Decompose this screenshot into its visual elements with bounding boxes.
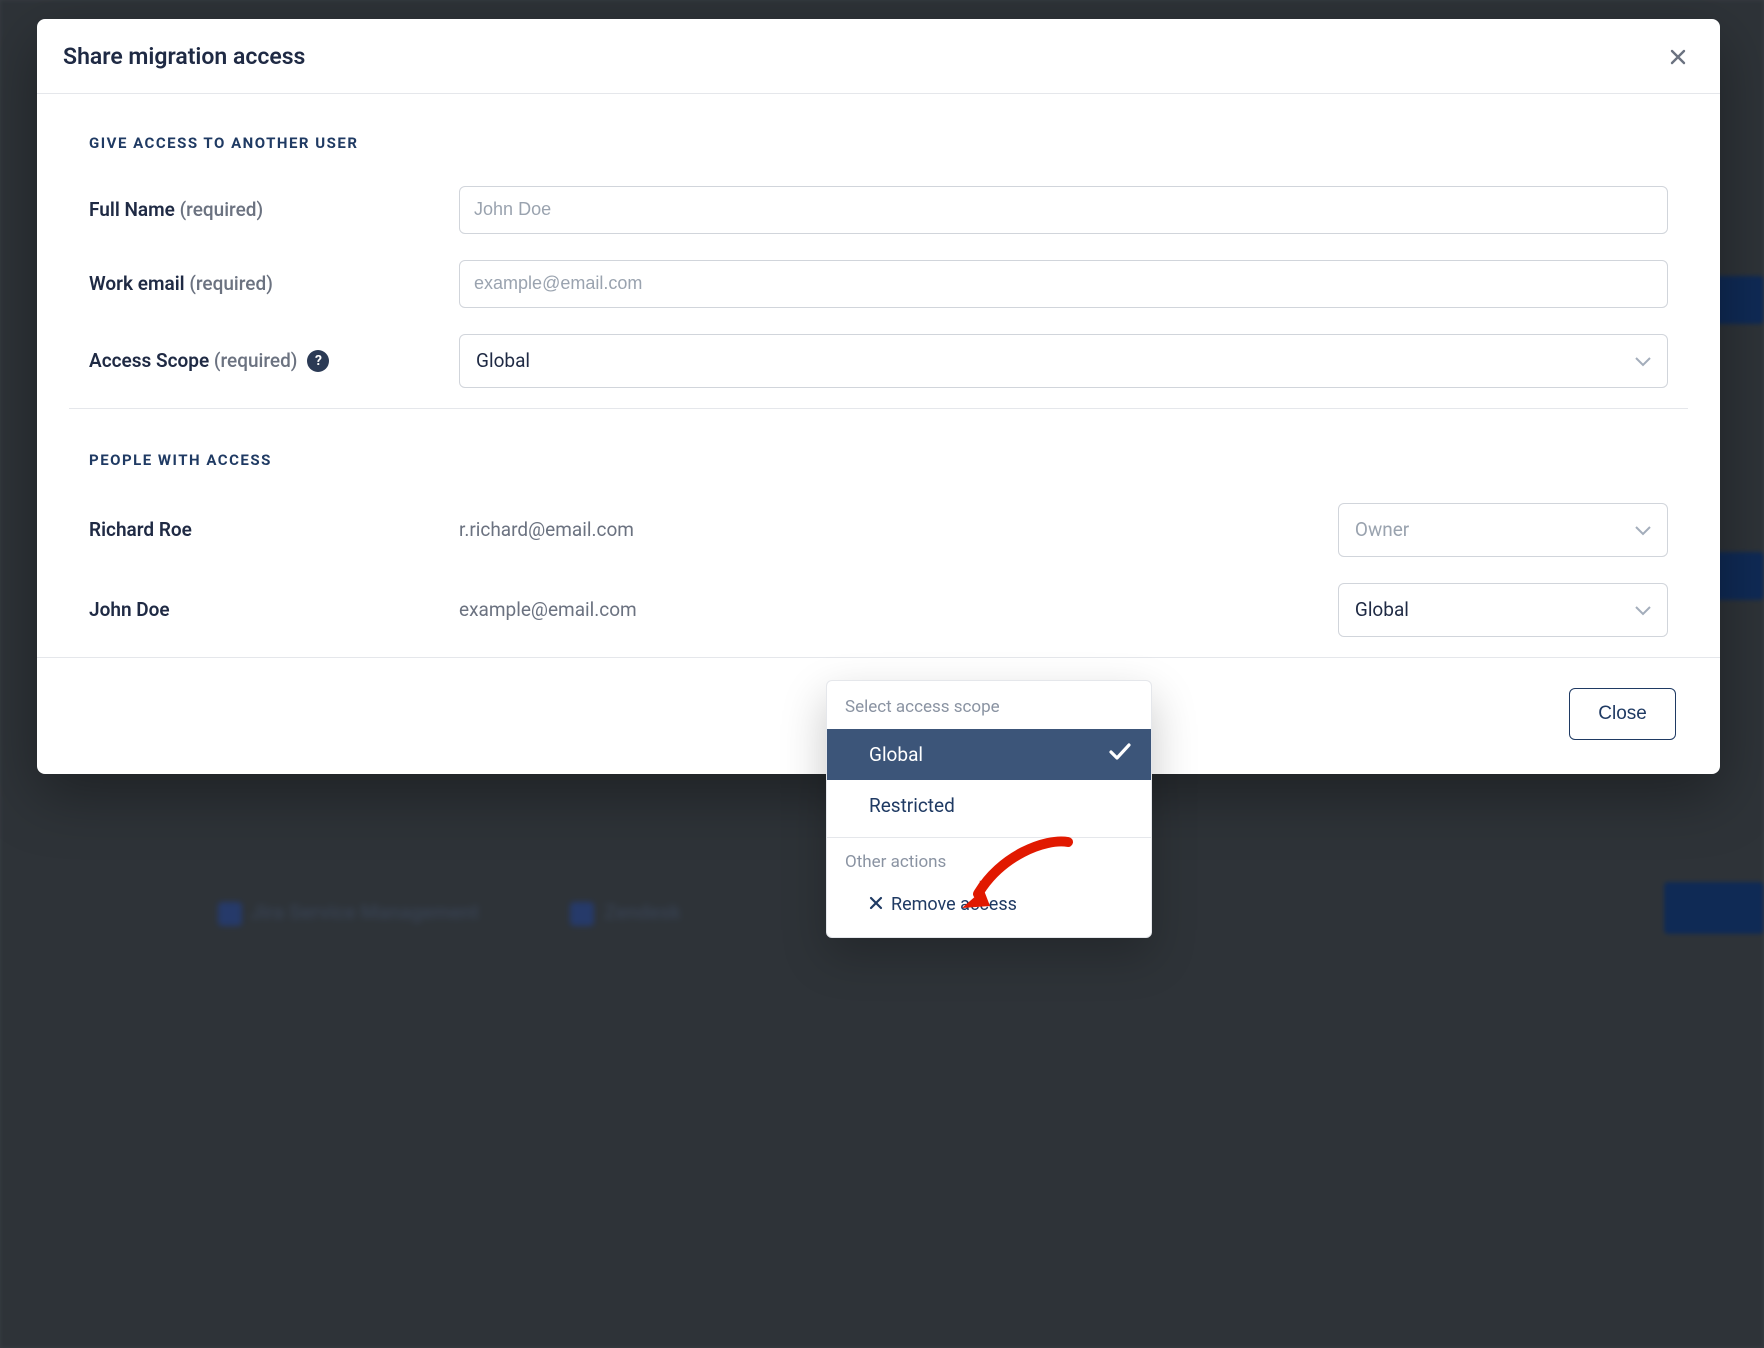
section-people-heading: PEOPLE WITH ACCESS xyxy=(89,451,1668,469)
section-give-access-heading: GIVE ACCESS TO ANOTHER USER xyxy=(89,134,1668,152)
dropdown-option-global[interactable]: Global xyxy=(827,729,1151,780)
modal-header: Share migration access xyxy=(37,19,1720,94)
person-row-owner: Richard Roe r.richard@email.com Owner xyxy=(89,503,1668,557)
people-list: Richard Roe r.richard@email.com Owner Jo… xyxy=(89,503,1668,637)
full-name-required: (required) xyxy=(180,198,264,221)
dropdown-group-other: Other actions xyxy=(827,838,1151,884)
work-email-label-text: Work email xyxy=(89,272,185,295)
bg-service2-label: Zendesk xyxy=(604,900,681,924)
share-migration-modal: Share migration access GIVE ACCESS TO AN… xyxy=(37,19,1720,774)
dropdown-action-remove[interactable]: Remove access xyxy=(827,884,1151,937)
x-icon xyxy=(869,894,883,915)
caret-down-icon xyxy=(1635,349,1651,372)
modal-close-icon[interactable] xyxy=(1662,41,1694,73)
access-scope-label-text: Access Scope xyxy=(89,349,209,372)
caret-down-icon xyxy=(1635,598,1651,621)
bg-service2-icon xyxy=(570,902,594,926)
dropdown-option-restricted[interactable]: Restricted xyxy=(827,780,1151,831)
modal-body: GIVE ACCESS TO ANOTHER USER Full Name (r… xyxy=(37,94,1720,657)
access-scope-select[interactable]: Global xyxy=(459,334,1668,388)
person-name: Richard Roe xyxy=(89,518,192,541)
work-email-input[interactable] xyxy=(459,260,1668,308)
person-role-select-owner: Owner xyxy=(1338,503,1668,557)
role-dropdown: Select access scope Global Restricted Ot… xyxy=(826,680,1152,938)
access-scope-row: Access Scope (required) ? Global xyxy=(89,334,1668,388)
access-scope-required: (required) xyxy=(214,349,298,372)
person-role-value: Global xyxy=(1355,598,1409,621)
dropdown-group-scope: Select access scope xyxy=(827,681,1151,729)
caret-down-icon xyxy=(1635,518,1651,541)
person-name: John Doe xyxy=(89,598,170,621)
help-icon[interactable]: ? xyxy=(307,350,329,372)
access-scope-value: Global xyxy=(476,349,530,372)
work-email-required: (required) xyxy=(189,272,273,295)
access-scope-label: Access Scope (required) xyxy=(89,349,297,372)
work-email-label: Work email (required) xyxy=(89,272,273,295)
dropdown-option-label: Global xyxy=(869,743,923,766)
person-row-user: John Doe example@email.com Global xyxy=(89,583,1668,637)
full-name-label-text: Full Name xyxy=(89,198,175,221)
section-divider xyxy=(69,408,1688,409)
person-role-value: Owner xyxy=(1355,518,1409,541)
close-button[interactable]: Close xyxy=(1569,688,1676,740)
check-icon xyxy=(1109,743,1131,766)
bg-service1-label: Jira Service Management xyxy=(250,900,479,924)
dropdown-option-label: Restricted xyxy=(869,794,955,817)
person-role-select-user[interactable]: Global xyxy=(1338,583,1668,637)
modal-title: Share migration access xyxy=(63,43,305,70)
person-email: r.richard@email.com xyxy=(459,518,1338,541)
full-name-label: Full Name (required) xyxy=(89,198,263,221)
bg-service1-icon xyxy=(218,902,242,926)
full-name-input[interactable] xyxy=(459,186,1668,234)
full-name-row: Full Name (required) xyxy=(89,186,1668,234)
person-email: example@email.com xyxy=(459,598,1338,621)
bg-button-3 xyxy=(1664,882,1764,934)
work-email-row: Work email (required) xyxy=(89,260,1668,308)
dropdown-action-label: Remove access xyxy=(891,894,1017,915)
